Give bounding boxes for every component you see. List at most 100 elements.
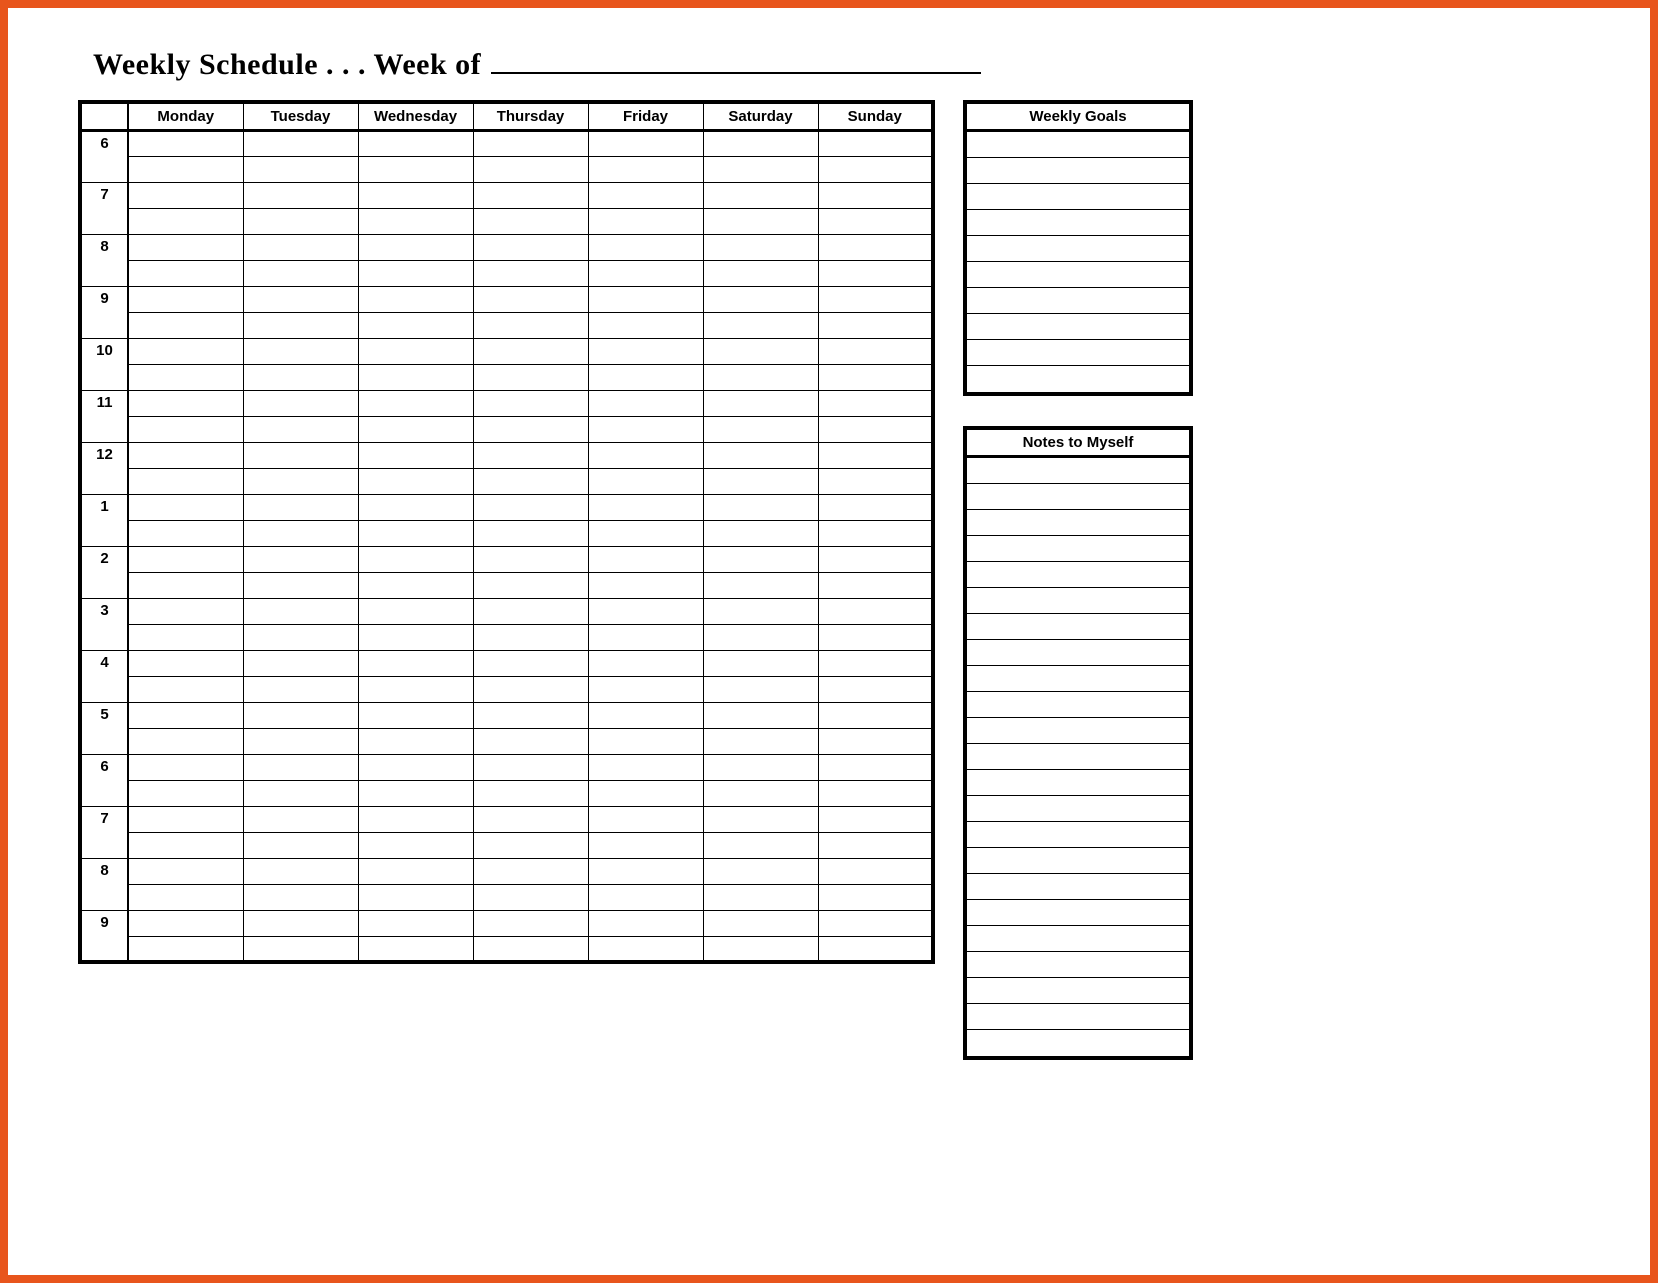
schedule-cell[interactable] [358,286,473,312]
schedule-cell[interactable] [473,364,588,390]
note-line[interactable] [967,562,1189,588]
schedule-cell[interactable] [588,338,703,364]
schedule-cell[interactable] [703,624,818,650]
schedule-cell[interactable] [473,728,588,754]
schedule-cell[interactable] [128,936,243,962]
note-line[interactable] [967,770,1189,796]
schedule-cell[interactable] [128,364,243,390]
schedule-cell[interactable] [473,858,588,884]
schedule-cell[interactable] [588,182,703,208]
schedule-cell[interactable] [703,260,818,286]
schedule-cell[interactable] [243,390,358,416]
schedule-cell[interactable] [128,702,243,728]
schedule-cell[interactable] [128,780,243,806]
schedule-cell[interactable] [818,832,933,858]
goal-line[interactable] [967,184,1189,210]
note-line[interactable] [967,718,1189,744]
schedule-cell[interactable] [818,676,933,702]
note-line[interactable] [967,588,1189,614]
schedule-cell[interactable] [243,312,358,338]
schedule-cell[interactable] [588,676,703,702]
schedule-cell[interactable] [818,572,933,598]
schedule-cell[interactable] [818,364,933,390]
schedule-cell[interactable] [703,338,818,364]
schedule-cell[interactable] [243,832,358,858]
schedule-cell[interactable] [128,312,243,338]
schedule-cell[interactable] [128,520,243,546]
schedule-cell[interactable] [358,676,473,702]
schedule-cell[interactable] [243,208,358,234]
schedule-cell[interactable] [358,312,473,338]
schedule-cell[interactable] [473,494,588,520]
schedule-cell[interactable] [473,234,588,260]
schedule-cell[interactable] [358,260,473,286]
schedule-cell[interactable] [703,832,818,858]
schedule-cell[interactable] [358,936,473,962]
schedule-cell[interactable] [818,884,933,910]
schedule-cell[interactable] [128,234,243,260]
note-line[interactable] [967,510,1189,536]
schedule-cell[interactable] [818,416,933,442]
schedule-cell[interactable] [703,390,818,416]
note-line[interactable] [967,900,1189,926]
schedule-cell[interactable] [473,572,588,598]
schedule-cell[interactable] [128,260,243,286]
schedule-cell[interactable] [473,546,588,572]
schedule-cell[interactable] [128,390,243,416]
schedule-cell[interactable] [473,754,588,780]
schedule-cell[interactable] [128,858,243,884]
schedule-cell[interactable] [358,130,473,156]
schedule-cell[interactable] [243,676,358,702]
schedule-cell[interactable] [358,728,473,754]
schedule-cell[interactable] [818,390,933,416]
schedule-cell[interactable] [588,572,703,598]
schedule-cell[interactable] [358,364,473,390]
note-line[interactable] [967,614,1189,640]
schedule-cell[interactable] [588,806,703,832]
schedule-cell[interactable] [703,858,818,884]
schedule-cell[interactable] [358,910,473,936]
schedule-cell[interactable] [358,572,473,598]
goal-line[interactable] [967,210,1189,236]
schedule-cell[interactable] [243,468,358,494]
schedule-cell[interactable] [703,416,818,442]
schedule-cell[interactable] [588,234,703,260]
schedule-cell[interactable] [703,234,818,260]
schedule-cell[interactable] [703,208,818,234]
schedule-cell[interactable] [128,286,243,312]
schedule-cell[interactable] [703,364,818,390]
schedule-cell[interactable] [243,520,358,546]
schedule-cell[interactable] [588,208,703,234]
schedule-cell[interactable] [703,442,818,468]
schedule-cell[interactable] [473,130,588,156]
schedule-cell[interactable] [358,702,473,728]
schedule-cell[interactable] [588,832,703,858]
note-line[interactable] [967,822,1189,848]
schedule-cell[interactable] [703,780,818,806]
schedule-cell[interactable] [473,182,588,208]
schedule-cell[interactable] [243,650,358,676]
schedule-cell[interactable] [358,156,473,182]
note-line[interactable] [967,848,1189,874]
note-line[interactable] [967,796,1189,822]
schedule-cell[interactable] [358,416,473,442]
schedule-cell[interactable] [818,806,933,832]
schedule-cell[interactable] [358,546,473,572]
schedule-cell[interactable] [588,390,703,416]
schedule-cell[interactable] [473,312,588,338]
schedule-cell[interactable] [473,780,588,806]
schedule-cell[interactable] [588,416,703,442]
schedule-cell[interactable] [473,598,588,624]
schedule-cell[interactable] [703,806,818,832]
goal-line[interactable] [967,340,1189,366]
note-line[interactable] [967,1004,1189,1030]
schedule-cell[interactable] [588,754,703,780]
schedule-cell[interactable] [818,494,933,520]
schedule-cell[interactable] [588,130,703,156]
schedule-cell[interactable] [128,338,243,364]
schedule-cell[interactable] [818,728,933,754]
schedule-cell[interactable] [588,624,703,650]
schedule-cell[interactable] [243,260,358,286]
schedule-cell[interactable] [703,572,818,598]
schedule-cell[interactable] [128,130,243,156]
